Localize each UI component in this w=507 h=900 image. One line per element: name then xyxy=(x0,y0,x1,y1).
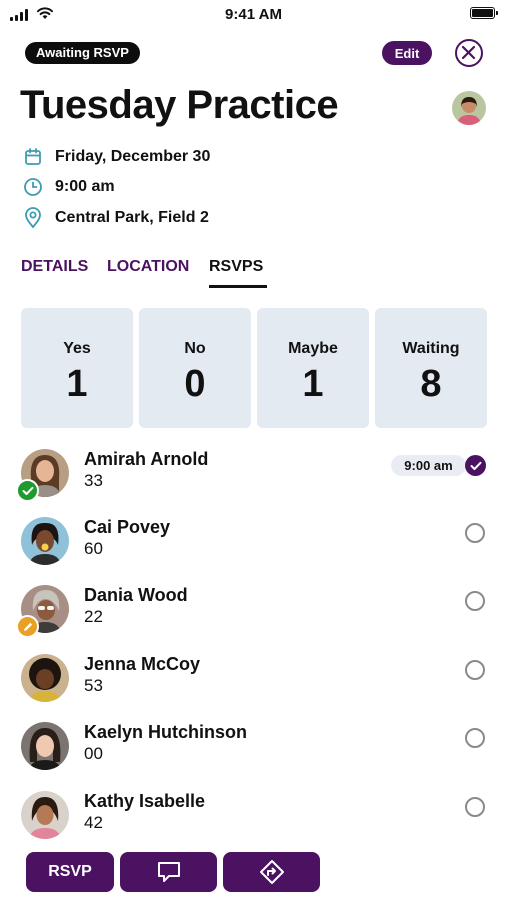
stat-count: 1 xyxy=(66,363,88,405)
rsvp-yes-check-icon xyxy=(16,479,39,502)
close-icon xyxy=(461,45,476,60)
close-button[interactable] xyxy=(455,39,483,67)
avatar xyxy=(21,722,69,770)
rsvp-button[interactable]: RSVP xyxy=(26,852,114,892)
attendee-row[interactable]: Jenna McCoy 53 xyxy=(0,654,507,722)
event-title: Tuesday Practice xyxy=(20,83,339,127)
stat-count: 8 xyxy=(420,363,442,405)
stat-label: Maybe xyxy=(288,340,338,357)
attendee-number: 33 xyxy=(84,471,103,490)
location-pin-icon xyxy=(22,207,44,229)
attendee-name: Dania Wood xyxy=(84,585,188,605)
attendee-number: 53 xyxy=(84,676,103,695)
event-location: Central Park, Field 2 xyxy=(55,209,209,226)
attendee-name: Amirah Arnold xyxy=(84,449,209,469)
rsvp-radio-button[interactable] xyxy=(465,591,485,611)
stat-label: Waiting xyxy=(402,340,460,357)
rsvp-radio-button[interactable] xyxy=(465,797,485,817)
attendee-name: Jenna McCoy xyxy=(84,654,201,674)
avatar xyxy=(21,517,69,565)
rsvp-waiting-card: Waiting 8 xyxy=(375,308,487,428)
attendee-name: Kaelyn Hutchinson xyxy=(84,722,248,742)
rsvp-radio-button[interactable] xyxy=(465,660,485,680)
active-tab-indicator xyxy=(209,285,267,288)
avatar xyxy=(21,791,69,839)
avatar xyxy=(21,654,69,702)
rsvp-radio-button[interactable] xyxy=(465,523,485,543)
event-date-row: Friday, December 30 xyxy=(22,146,210,168)
rsvp-no-card: No 0 xyxy=(139,308,251,428)
rsvp-maybe-card: Maybe 1 xyxy=(257,308,369,428)
status-time: 9:41 AM xyxy=(225,6,282,23)
stat-count: 0 xyxy=(184,363,206,405)
stat-count: 1 xyxy=(302,363,324,405)
stat-label: No xyxy=(184,340,206,357)
rsvp-button-label: RSVP xyxy=(48,863,92,880)
tab-details[interactable]: DETAILS xyxy=(21,258,88,276)
event-time-row: 9:00 am xyxy=(22,176,115,198)
attendee-number: 22 xyxy=(84,607,103,626)
directions-icon xyxy=(259,860,284,884)
rsvp-yes-card: Yes 1 xyxy=(21,308,133,428)
rsvp-maybe-pencil-icon xyxy=(16,615,39,638)
attendee-row[interactable]: Kaelyn Hutchinson 00 xyxy=(0,722,507,790)
attendee-name: Cai Povey xyxy=(84,517,171,537)
event-time: 9:00 am xyxy=(55,178,115,195)
directions-button[interactable] xyxy=(223,852,320,892)
rsvp-radio-button[interactable] xyxy=(465,728,485,748)
attendee-row[interactable]: Amirah Arnold 33 9:00 am xyxy=(0,449,507,517)
rsvp-time-badge: 9:00 am xyxy=(391,455,466,476)
edit-button[interactable]: Edit xyxy=(382,41,432,65)
attendee-number: 00 xyxy=(84,744,103,763)
tab-rsvps[interactable]: RSVPS xyxy=(209,258,263,276)
attendee-number: 42 xyxy=(84,813,103,832)
attendee-row[interactable]: Cai Povey 60 xyxy=(0,517,507,585)
attendee-row[interactable]: Dania Wood 22 xyxy=(0,585,507,653)
user-avatar[interactable] xyxy=(452,91,486,125)
event-date: Friday, December 30 xyxy=(55,148,211,165)
attendee-row[interactable]: Kathy Isabelle 42 xyxy=(0,791,507,859)
event-location-row[interactable]: Central Park, Field 2 xyxy=(22,207,209,229)
attendee-name: Kathy Isabelle xyxy=(84,791,206,811)
tab-location[interactable]: LOCATION xyxy=(107,258,189,276)
calendar-icon xyxy=(22,146,44,168)
chat-bubble-icon xyxy=(157,862,180,882)
message-button[interactable] xyxy=(120,852,217,892)
selected-check-icon[interactable] xyxy=(465,455,486,476)
status-bar: 9:41 AM xyxy=(0,0,507,30)
status-badge: Awaiting RSVP xyxy=(25,42,140,64)
attendee-number: 60 xyxy=(84,539,103,558)
battery-icon xyxy=(470,7,498,19)
stat-label: Yes xyxy=(63,340,91,357)
clock-icon xyxy=(22,176,44,198)
